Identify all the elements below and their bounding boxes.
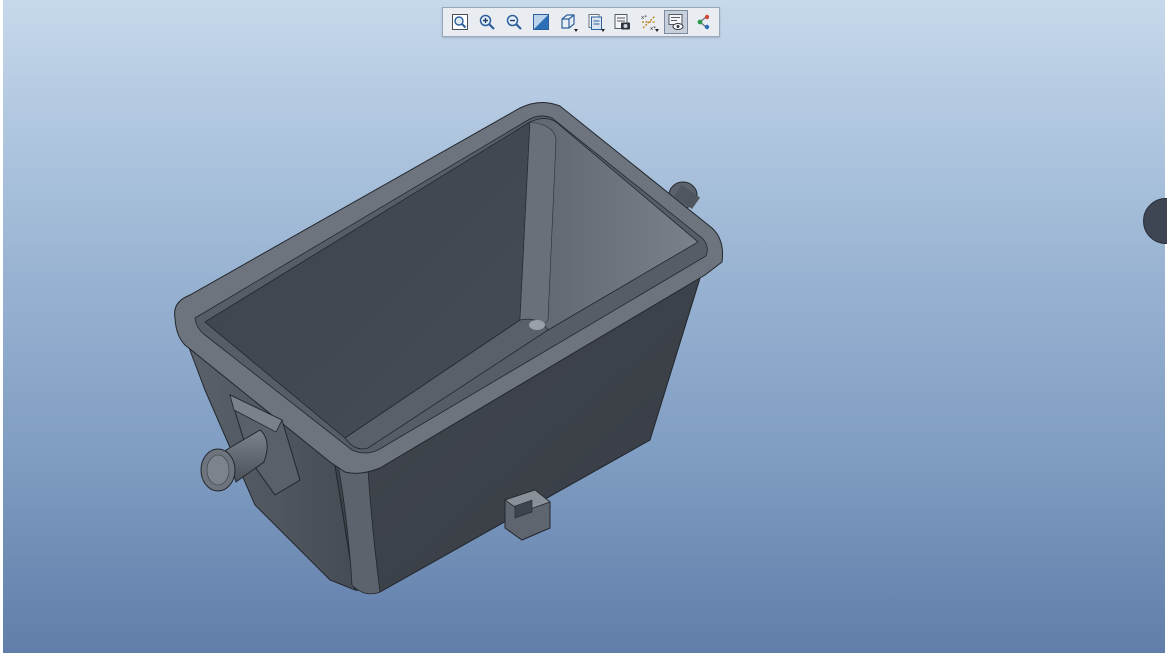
- dropdown-arrow-icon: [654, 29, 659, 32]
- datum-display-button[interactable]: x* x*: [637, 10, 661, 34]
- graphics-viewport[interactable]: x* x*: [0, 0, 1167, 655]
- spin-center-button[interactable]: [691, 10, 715, 34]
- repaint-button[interactable]: [529, 10, 553, 34]
- repaint-icon: [532, 14, 549, 30]
- inner-corner-highlight: [529, 320, 545, 330]
- view-manager-icon: [614, 14, 630, 30]
- graphics-toolbar: x* x*: [442, 7, 720, 37]
- annotation-display-icon: [668, 14, 683, 30]
- view-manager-button[interactable]: [610, 10, 634, 34]
- zoom-in-icon: [479, 14, 495, 30]
- zoom-in-button[interactable]: [475, 10, 499, 34]
- display-style-button[interactable]: [556, 10, 580, 34]
- zoom-out-button[interactable]: [502, 10, 526, 34]
- 3d-model-container[interactable]: [0, 0, 1167, 655]
- annotation-display-button[interactable]: [663, 10, 688, 34]
- svg-text:x*: x*: [641, 15, 647, 21]
- bottom-clip: [504, 489, 551, 541]
- zoom-out-icon: [506, 14, 522, 30]
- dropdown-arrow-icon: [600, 29, 605, 32]
- saved-views-button[interactable]: [583, 10, 607, 34]
- refit-button[interactable]: [448, 10, 472, 34]
- zoom-fit-icon: [451, 14, 468, 30]
- dropdown-arrow-icon: [573, 29, 578, 32]
- spin-center-icon: [697, 14, 709, 30]
